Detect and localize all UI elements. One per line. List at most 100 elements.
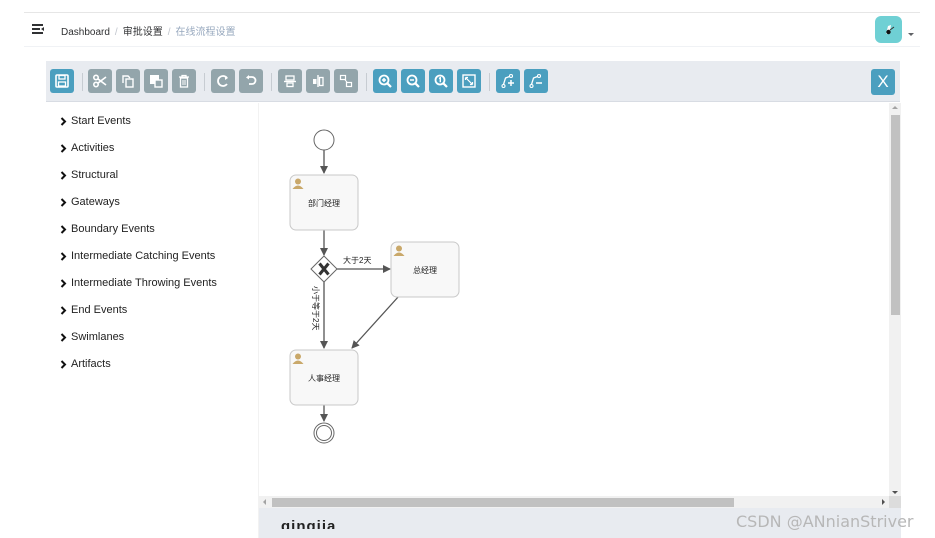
navbar: Dashboard / 审批设置 / 在线流程设置	[24, 13, 920, 47]
save-icon	[55, 74, 69, 88]
palette-group-intermediate-throwing-events[interactable]: Intermediate Throwing Events	[60, 277, 217, 289]
palette-group-label: Artifacts	[71, 358, 111, 370]
remove-bendpoint-button[interactable]	[524, 69, 548, 93]
task-hr-manager[interactable]: 人事经理	[289, 349, 359, 406]
exclusive-gateway[interactable]	[310, 255, 338, 283]
flow-gateway-to-general-manager[interactable]: 大于2天	[336, 255, 391, 273]
scroll-down-arrow-icon[interactable]	[892, 491, 898, 494]
user-avatar-icon[interactable]	[875, 16, 902, 43]
scroll-up-arrow-icon[interactable]	[892, 106, 898, 109]
flow-label-less-equal-2-days: 小于等于2天	[311, 286, 321, 330]
breadcrumb-current: 在线流程设置	[175, 27, 236, 38]
breadcrumb-dashboard[interactable]: Dashboard	[61, 27, 110, 38]
breadcrumb-separator: /	[114, 27, 118, 38]
start-event[interactable]	[313, 129, 335, 151]
chevron-right-icon	[60, 278, 67, 288]
palette-group-end-events[interactable]: End Events	[60, 304, 127, 316]
end-event[interactable]	[313, 422, 335, 444]
trash-icon	[179, 74, 189, 88]
diagram-canvas[interactable]: 大于2天 小于等于2天 部门经理 总经理 人事经理 qingjia	[258, 103, 901, 538]
flow-label-greater-than-2-days: 大于2天	[343, 255, 371, 265]
zoom-fit-icon	[462, 74, 476, 88]
task-dept-manager[interactable]: 部门经理	[289, 174, 359, 231]
copy-icon	[122, 75, 134, 88]
horizontal-scrollbar[interactable]	[259, 496, 889, 508]
zoom-out-icon	[406, 74, 420, 88]
zoom-in-icon	[378, 74, 392, 88]
process-editor: X Start Events Activities Structural Gat…	[46, 61, 901, 538]
undo-icon	[246, 75, 257, 85]
align-horizontal-icon	[284, 75, 296, 88]
cut-button[interactable]	[88, 69, 112, 93]
palette-group-artifacts[interactable]: Artifacts	[60, 358, 111, 370]
palette-group-activities[interactable]: Activities	[60, 142, 114, 154]
add-bendpoint-icon	[501, 73, 514, 89]
zoom-actual-button[interactable]	[429, 69, 453, 93]
zoom-out-button[interactable]	[401, 69, 425, 93]
flow-gateway-to-hr-manager[interactable]: 小于等于2天	[311, 282, 328, 349]
paste-icon	[150, 75, 163, 88]
vertical-scroll-thumb[interactable]	[891, 115, 900, 315]
zoom-fit-button[interactable]	[457, 69, 481, 93]
toolbar-separator	[82, 73, 83, 91]
breadcrumb-separator: /	[167, 27, 171, 38]
shape-palette: Start Events Activities Structural Gatew…	[46, 103, 258, 538]
toolbar-separator	[204, 73, 205, 91]
align-vertical-button[interactable]	[306, 69, 330, 93]
palette-group-boundary-events[interactable]: Boundary Events	[60, 223, 155, 235]
chevron-right-icon	[60, 224, 67, 234]
chevron-right-icon	[60, 143, 67, 153]
chevron-right-icon	[60, 305, 67, 315]
save-button[interactable]	[50, 69, 74, 93]
chevron-right-icon	[60, 197, 67, 207]
chevron-right-icon	[60, 170, 67, 180]
align-horizontal-button[interactable]	[278, 69, 302, 93]
palette-group-label: Swimlanes	[71, 331, 125, 343]
scissors-icon	[92, 74, 107, 88]
scroll-right-arrow-icon[interactable]	[882, 499, 885, 505]
add-bendpoint-button[interactable]	[496, 69, 520, 93]
paste-button[interactable]	[144, 69, 168, 93]
chevron-right-icon	[60, 332, 67, 342]
palette-group-label: Start Events	[71, 115, 131, 127]
hamburger-fold-icon[interactable]	[32, 22, 46, 36]
toolbar-separator	[271, 73, 272, 91]
chevron-right-icon	[60, 116, 67, 126]
breadcrumb-approval-settings[interactable]: 审批设置	[123, 27, 163, 38]
toolbar-separator	[366, 73, 367, 91]
horizontal-scroll-thumb[interactable]	[272, 498, 734, 507]
palette-group-swimlanes[interactable]: Swimlanes	[60, 331, 124, 343]
same-size-icon	[339, 74, 353, 88]
scroll-corner	[889, 496, 901, 508]
vertical-scrollbar[interactable]	[889, 103, 901, 496]
zoom-in-button[interactable]	[373, 69, 397, 93]
avatar-dropdown-caret-icon[interactable]	[908, 33, 914, 36]
palette-group-structural[interactable]: Structural	[60, 169, 118, 181]
palette-group-label: Boundary Events	[71, 223, 155, 235]
palette-group-label: End Events	[71, 304, 128, 316]
scroll-left-arrow-icon[interactable]	[263, 499, 266, 505]
task-general-manager[interactable]: 总经理	[390, 241, 460, 298]
watermark: CSDN @ANnianStriver	[736, 512, 914, 531]
task-label: 部门经理	[308, 198, 340, 208]
close-editor-button[interactable]: X	[871, 69, 895, 95]
undo-button[interactable]	[239, 69, 263, 93]
palette-group-label: Activities	[71, 142, 115, 154]
copy-button[interactable]	[116, 69, 140, 93]
zoom-actual-icon	[434, 74, 448, 88]
properties-title: qingjia	[281, 519, 337, 529]
editor-toolbar: X	[46, 61, 900, 102]
align-vertical-icon	[313, 75, 324, 87]
palette-group-start-events[interactable]: Start Events	[60, 115, 131, 127]
palette-group-intermediate-catching-events[interactable]: Intermediate Catching Events	[60, 250, 215, 262]
redo-button[interactable]	[211, 69, 235, 93]
palette-group-gateways[interactable]: Gateways	[60, 196, 120, 208]
palette-group-label: Intermediate Throwing Events	[71, 277, 217, 289]
bpmn-diagram: 大于2天 小于等于2天 部门经理 总经理 人事经理	[289, 129, 460, 444]
redo-icon	[217, 75, 228, 87]
toolbar-separator	[489, 73, 490, 91]
same-size-button[interactable]	[334, 69, 358, 93]
flow-general-manager-to-hr-manager[interactable]	[351, 295, 400, 349]
palette-group-label: Structural	[71, 169, 119, 181]
delete-button[interactable]	[172, 69, 196, 93]
